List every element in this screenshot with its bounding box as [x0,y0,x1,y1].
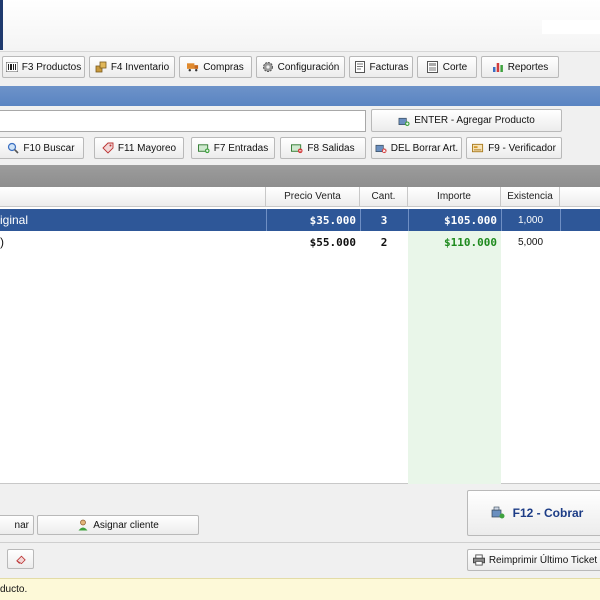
charge-label: F12 - Cobrar [512,506,584,520]
magnifier-icon [7,142,19,154]
printer-icon [472,554,485,566]
eraser-button[interactable] [7,549,34,569]
cash-in-icon [197,142,210,154]
row-price: $55.000 [309,235,356,249]
delete-item-icon [375,142,387,154]
salidas-button[interactable]: F8 Salidas [280,137,366,159]
status-bar: ducto. [0,578,600,600]
facturas-button-label: Facturas [369,61,409,73]
compras-button[interactable]: Compras [179,56,252,78]
buscar-button-label: F10 Buscar [23,142,75,154]
reportes-button[interactable]: Reportes [481,56,559,78]
tag-icon [102,142,114,154]
column-header-precio-venta[interactable]: Precio Venta [266,187,360,207]
entradas-button[interactable]: F7 Entradas [191,137,275,159]
row-stock: 1,000 [517,214,544,226]
row-stock: 5,000 [517,236,544,248]
barcode-icon [5,61,18,73]
logo-edge [0,0,3,50]
corte-button[interactable]: Corte [417,56,477,78]
compras-button-label: Compras [203,61,244,73]
cash-register-icon [491,506,505,520]
charge-button[interactable]: F12 - Cobrar [467,490,600,536]
column-header-importe[interactable]: Importe [408,187,501,207]
productos-button-label: F3 Productos [21,61,82,73]
row-quantity: 2 [380,235,388,249]
status-message: ducto. [0,584,28,595]
invoice-icon [354,61,366,73]
salidas-button-label: F8 Salidas [307,142,355,154]
truck-icon [187,61,199,73]
column-header-extra [560,187,600,207]
table-row[interactable]: ) $55.000 2 $110.000 5,000 [0,231,600,253]
row-description: ) [0,235,4,249]
reportes-button-label: Reportes [507,61,549,73]
bar-chart-icon [492,61,504,73]
price-check-icon [472,142,484,154]
row-amount: $110.000 [444,235,497,249]
entradas-button-label: F7 Entradas [213,142,269,154]
reprint-ticket-label: Reimprimir Último Ticket [488,554,598,566]
facturas-button[interactable]: Facturas [349,56,413,78]
product-code-input[interactable] [0,110,366,132]
assign-client-button[interactable]: Asignar cliente [37,515,199,535]
cash-out-icon [291,142,303,154]
add-product-icon [398,115,410,127]
partial-left-button-label: nar [14,519,29,531]
column-header-cantidad[interactable]: Cant. [360,187,408,207]
add-product-button[interactable]: ENTER - Agregar Producto [371,109,562,132]
configuracion-button[interactable]: Configuración [256,56,345,78]
add-product-label: ENTER - Agregar Producto [414,115,535,126]
register-icon [427,61,439,73]
bottom-divider [0,542,600,543]
reprint-ticket-button[interactable]: Reimprimir Último Ticket [467,549,600,571]
user-icon [77,519,89,531]
borrar-articulo-button[interactable]: DEL Borrar Art. [371,137,462,159]
row-quantity: 3 [380,213,388,227]
row-amount: $105.000 [444,213,497,227]
ticket-tab-band [0,165,600,187]
ticket-table[interactable]: Precio Venta Cant. Importe Existencia ig… [0,187,600,484]
partial-left-button[interactable]: nar [0,515,34,535]
assign-client-label: Asignar cliente [93,519,159,531]
boxes-icon [95,61,107,73]
corte-button-label: Corte [442,61,468,73]
borrar-articulo-label: DEL Borrar Art. [390,142,459,154]
inventario-button[interactable]: F4 Inventario [89,56,175,78]
inventario-button-label: F4 Inventario [110,61,170,73]
mayoreo-button[interactable]: F11 Mayoreo [94,137,184,159]
productos-button[interactable]: F3 Productos [2,56,85,78]
top-bar [0,0,600,52]
eraser-icon [15,553,27,565]
mayoreo-button-label: F11 Mayoreo [117,142,177,154]
configuracion-button-label: Configuración [277,61,340,73]
verificador-button[interactable]: F9 - Verificador [466,137,562,159]
table-row[interactable]: iginal $35.000 3 $105.000 1,000 [0,209,600,231]
verificador-button-label: F9 - Verificador [488,142,556,154]
row-price: $35.000 [309,213,356,227]
gear-icon [262,61,274,73]
column-header-description[interactable] [0,187,266,207]
buscar-button[interactable]: F10 Buscar [0,137,84,159]
row-description: iginal [0,213,29,227]
section-header-band [0,86,600,106]
column-header-existencia[interactable]: Existencia [501,187,560,207]
top-right-field [542,20,600,34]
